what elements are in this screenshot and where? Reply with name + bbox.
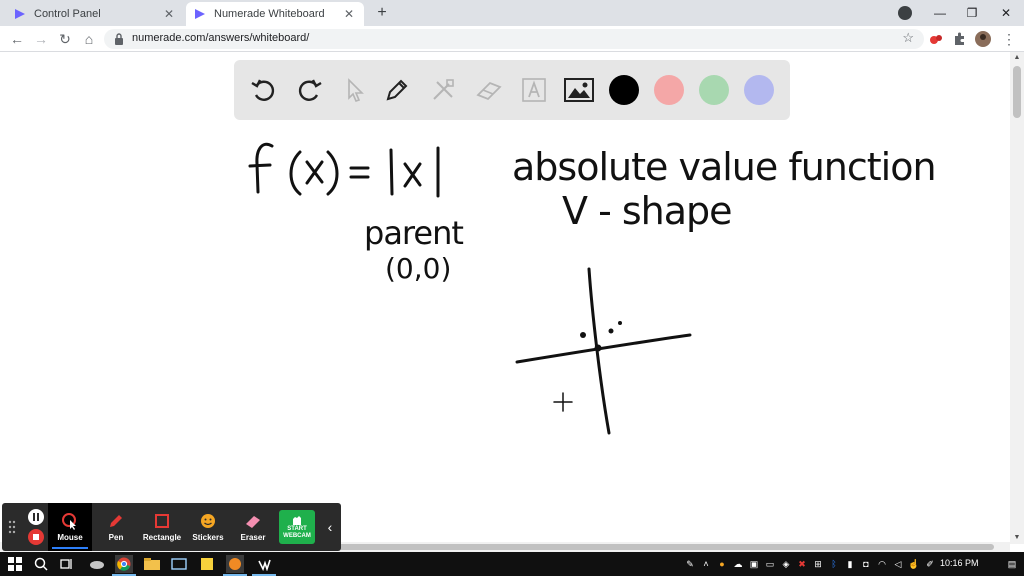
numerade-logo-icon <box>195 9 205 19</box>
pause-icon <box>33 513 39 521</box>
tray-chevron-icon[interactable]: ˄ <box>700 557 712 571</box>
windows-taskbar: ✎ ˄ ● ☁ ▣ ▭ ◈ ✖ ⊞ ᛒ ▮ ◘ ◠ ◁ ☝ ✐ 10:16 PM… <box>0 552 1024 576</box>
lock-icon <box>115 33 123 45</box>
bookmark-star-icon[interactable]: ☆ <box>902 30 914 46</box>
forward-button[interactable]: → <box>32 30 50 48</box>
tray-pen-icon[interactable]: ✎ <box>684 557 696 571</box>
back-button[interactable]: ← <box>8 30 26 48</box>
webcam-hand-icon <box>293 516 301 525</box>
recorder-item-label: Rectangle <box>142 533 182 542</box>
profile-avatar[interactable] <box>975 31 991 47</box>
handwriting-title: absolute value function <box>512 145 936 189</box>
scroll-down-arrow-icon[interactable]: ▼ <box>1010 532 1024 544</box>
drag-handle-icon[interactable] <box>8 520 16 534</box>
browser-menu-icon[interactable]: ⋮ <box>1000 30 1018 48</box>
recorder-eraser-tool[interactable]: Eraser <box>231 503 275 551</box>
recorder-pen-tool[interactable]: Pen <box>94 503 138 551</box>
tab-search-icon[interactable] <box>898 6 912 20</box>
eraser-icon <box>246 516 260 528</box>
tray-close-app-icon[interactable]: ✖ <box>796 557 808 571</box>
screen-recorder-bar: Mouse Pen Rectangle Stickers Eraser STAR… <box>2 503 341 551</box>
tab-strip: Control Panel ✕ Numerade Whiteboard ✕ + … <box>0 0 1024 26</box>
handwriting-parent: parent <box>364 214 463 252</box>
close-icon[interactable]: ✕ <box>342 7 356 21</box>
screen: Control Panel ✕ Numerade Whiteboard ✕ + … <box>0 0 1024 576</box>
pause-recording-button[interactable] <box>28 509 44 525</box>
windows-start-icon[interactable] <box>6 555 24 573</box>
tray-device-icon[interactable]: ▣ <box>748 557 760 571</box>
home-button[interactable]: ⌂ <box>80 30 98 48</box>
notification-center-icon[interactable]: ▤ <box>1006 557 1018 571</box>
whiteboard-page: absolute value function V - shape parent… <box>0 52 1010 542</box>
crosshair-cursor <box>553 392 573 412</box>
scroll-up-arrow-icon[interactable]: ▲ <box>1010 52 1024 64</box>
taskbar-clock[interactable]: 10:16 PM <box>940 558 979 568</box>
window-close-button[interactable]: ✕ <box>990 0 1022 26</box>
tray-security-icon[interactable]: ◈ <box>780 557 792 571</box>
url-text: numerade.com/answers/whiteboard/ <box>132 32 310 44</box>
tab-title: Numerade Whiteboard <box>214 8 325 20</box>
coordinate-axes <box>515 267 692 435</box>
close-icon[interactable]: ✕ <box>162 7 176 21</box>
taskbar-app-sticky-notes-icon[interactable] <box>198 555 216 573</box>
recorder-rectangle-tool[interactable]: Rectangle <box>140 503 184 551</box>
recorder-item-label: Mouse <box>57 533 83 542</box>
tray-cloud-icon[interactable]: ☁ <box>732 557 744 571</box>
scrollbar-thumb[interactable] <box>1013 66 1021 118</box>
minimize-button[interactable]: — <box>924 0 956 26</box>
taskbar-app-paint-icon[interactable] <box>223 555 247 576</box>
taskbar-app-edge-icon[interactable] <box>88 555 106 573</box>
collapse-chevron-icon[interactable]: ‹ <box>322 517 338 537</box>
recorder-item-label: Eraser <box>240 533 266 542</box>
browser-toolbar: ← → ↻ ⌂ numerade.com/answers/whiteboard/… <box>0 26 1024 52</box>
address-bar[interactable]: numerade.com/answers/whiteboard/ ☆ <box>104 29 924 49</box>
numerade-logo-icon <box>15 9 25 19</box>
rectangle-icon <box>155 514 169 528</box>
sticker-icon <box>201 514 215 528</box>
tray-display-icon[interactable]: ▭ <box>764 557 776 571</box>
new-tab-button[interactable]: + <box>373 4 391 22</box>
taskbar-app-recorder-icon[interactable] <box>252 555 276 576</box>
mouse-icon <box>62 513 76 530</box>
pen-icon <box>110 515 122 527</box>
webcam-label: START WEBCAM <box>283 526 311 539</box>
handwriting-shape: V - shape <box>562 189 732 233</box>
wifi-icon[interactable]: ◠ <box>876 557 888 571</box>
task-view-icon[interactable] <box>58 555 76 573</box>
recorder-mouse-tool[interactable]: Mouse <box>48 503 92 551</box>
tray-app-icon[interactable]: ● <box>716 557 728 571</box>
recorder-item-label: Pen <box>108 533 124 542</box>
tray-network-adapter-icon[interactable]: ⊞ <box>812 557 824 571</box>
handwriting-point: (0,0) <box>385 252 451 285</box>
bluetooth-icon[interactable]: ᛒ <box>828 557 840 571</box>
tray-pen-workspace-icon[interactable]: ✐ <box>924 557 936 571</box>
tray-camera-icon[interactable]: ◘ <box>860 557 872 571</box>
recorder-item-label: Stickers <box>192 533 224 542</box>
record-extension-icon[interactable] <box>928 31 944 47</box>
reload-button[interactable]: ↻ <box>56 30 74 48</box>
tray-battery-icon[interactable]: ▮ <box>844 557 856 571</box>
taskbar-app-file-explorer-icon[interactable] <box>143 555 161 573</box>
stop-recording-button[interactable] <box>28 529 44 545</box>
tab-numerade-whiteboard[interactable]: Numerade Whiteboard ✕ <box>186 2 364 26</box>
extensions-puzzle-icon[interactable] <box>952 31 968 47</box>
taskbar-app-windows-icon[interactable] <box>170 555 188 573</box>
vertical-scrollbar[interactable]: ▲ ▼ <box>1010 52 1024 544</box>
drawing-canvas[interactable]: absolute value function V - shape parent… <box>0 52 1010 542</box>
recorder-stickers-tool[interactable]: Stickers <box>186 503 230 551</box>
start-webcam-button[interactable]: START WEBCAM <box>279 510 315 544</box>
taskbar-app-chrome-icon[interactable] <box>112 555 136 576</box>
search-icon[interactable] <box>32 555 50 573</box>
stop-icon <box>33 534 39 540</box>
tab-control-panel[interactable]: Control Panel ✕ <box>6 2 184 26</box>
tray-touch-icon[interactable]: ☝ <box>908 557 920 571</box>
restore-button[interactable]: ❐ <box>956 0 988 26</box>
tab-title: Control Panel <box>34 8 101 20</box>
handwriting-equation <box>248 142 440 198</box>
volume-icon[interactable]: ◁ <box>892 557 904 571</box>
